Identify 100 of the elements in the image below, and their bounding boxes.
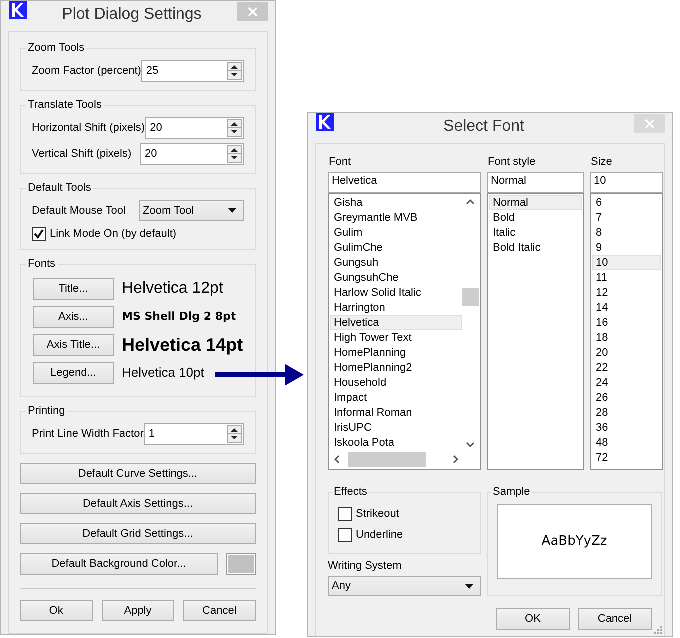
dropdown[interactable]: Zoom Tool (139, 200, 244, 221)
number-field[interactable]: 20 (140, 143, 244, 165)
field-label: Writing System (328, 560, 403, 574)
dialog-button[interactable]: Ok (20, 600, 93, 621)
checkbox-label: Strikeout (356, 508, 400, 520)
scroll-right-icon (453, 455, 459, 464)
scroll-up-icon (466, 199, 475, 205)
sample-preview: AaBbYyZz (497, 504, 652, 579)
spinner-icon (227, 145, 242, 163)
list-item[interactable]: Impact (330, 390, 462, 405)
close-icon (248, 6, 258, 16)
list-item[interactable]: Greymantle MVB (330, 210, 462, 225)
close-button[interactable] (634, 114, 665, 133)
font-preview: Helvetica 14pt (122, 334, 244, 356)
list-item[interactable]: 16 (592, 315, 661, 330)
checkbox[interactable] (338, 507, 352, 521)
font-button[interactable]: Title... (33, 278, 114, 300)
list-item[interactable]: 24 (592, 375, 661, 390)
list-item[interactable]: Helvetica (330, 315, 462, 330)
checkbox[interactable] (32, 227, 46, 241)
list-item[interactable]: Iskoola Pota (330, 435, 462, 450)
list-item[interactable]: Normal (489, 195, 582, 210)
list-item[interactable]: 48 (592, 435, 661, 450)
scroll-thumb[interactable] (348, 452, 426, 467)
scroll-down-icon (466, 442, 475, 448)
list-item[interactable]: 7 (592, 210, 661, 225)
list-item[interactable]: Bold (489, 210, 582, 225)
input-field[interactable]: 10 (590, 172, 663, 193)
scroll-left-icon (334, 455, 340, 464)
resize-grip-icon (653, 625, 662, 634)
list-box[interactable]: Normal Bold Italic Bold Italic (487, 193, 584, 470)
list-item[interactable]: Gisha (330, 195, 462, 210)
list-item[interactable]: GulimChe (330, 240, 462, 255)
dialog-button[interactable]: OK (496, 608, 570, 630)
list-item[interactable]: 72 (592, 450, 661, 465)
column-label: Size (590, 156, 614, 170)
window-title: Plot Dialog Settings (61, 6, 203, 24)
input-field[interactable]: Helvetica (328, 172, 481, 193)
list-item[interactable]: 28 (592, 405, 661, 420)
font-button[interactable]: Axis Title... (33, 334, 114, 356)
list-item[interactable]: 22 (592, 360, 661, 375)
list-item[interactable]: 9 (592, 240, 661, 255)
number-field[interactable]: 25 (141, 60, 244, 82)
list-item[interactable]: Household (330, 375, 462, 390)
color-swatch[interactable] (226, 553, 256, 575)
spinner-icon (227, 119, 242, 137)
field-label: Print Line Width Factor (32, 428, 144, 440)
list-item[interactable]: Gulim (330, 225, 462, 240)
number-field[interactable]: 20 (145, 117, 244, 139)
list-item[interactable]: 20 (592, 345, 661, 360)
font-preview: Helvetica 10pt (122, 364, 204, 382)
scroll-thumb[interactable] (462, 288, 479, 306)
list-item[interactable]: Informal Roman (330, 405, 462, 420)
list-item[interactable]: GungsuhChe (330, 270, 462, 285)
list-item[interactable]: 11 (592, 270, 661, 285)
column-label: Font style (487, 156, 537, 170)
list-item[interactable]: Harlow Solid Italic (330, 285, 462, 300)
checkbox[interactable] (338, 528, 352, 542)
dropdown[interactable]: Any (328, 576, 481, 596)
list-item[interactable]: 12 (592, 285, 661, 300)
spinner-icon (227, 425, 242, 443)
list-item[interactable]: 14 (592, 300, 661, 315)
group-title: Translate Tools (27, 99, 103, 111)
group-title: Fonts (27, 258, 57, 270)
font-button[interactable]: Axis... (33, 306, 114, 328)
column-label: Font (328, 156, 352, 170)
font-button[interactable]: Legend... (33, 362, 114, 384)
list-item[interactable]: Gungsuh (330, 255, 462, 270)
list-item[interactable]: 36 (592, 420, 661, 435)
list-item[interactable]: 18 (592, 330, 661, 345)
list-item[interactable]: HomePlanning (330, 345, 462, 360)
group-title: Default Tools (27, 182, 92, 194)
field-label: Zoom Factor (percent) (32, 65, 142, 77)
settings-button[interactable]: Default Background Color... (20, 553, 218, 575)
list-item[interactable]: 6 (592, 195, 661, 210)
close-icon (644, 118, 654, 128)
list-item[interactable]: 26 (592, 390, 661, 405)
list-item[interactable]: HomePlanning2 (330, 360, 462, 375)
list-item[interactable]: IrisUPC (330, 420, 462, 435)
list-item[interactable]: 10 (592, 255, 661, 270)
settings-button[interactable]: Default Axis Settings... (20, 493, 256, 514)
list-item[interactable]: High Tower Text (330, 330, 462, 345)
list-box[interactable]: 6 7 8 9 10 11 12 14 16 18 20 22 24 26 28 36 48 72 (590, 193, 663, 470)
close-button[interactable] (237, 2, 268, 21)
list-item[interactable]: Bold Italic (489, 240, 582, 255)
checkmark-icon (34, 229, 44, 239)
app-logo-icon (9, 1, 27, 19)
group-title: Effects (333, 486, 368, 498)
list-box[interactable]: Gisha Greymantle MVB Gulim GulimChe Gungsuh GungsuhChe Harlow Solid Italic Harrington Helvetica High Tower Text HomePlanning HomePlanning2 Household Impact Informal Roman IrisUPC Iskoola Pota (328, 193, 481, 470)
group-title: Zoom Tools (27, 42, 86, 54)
list-item[interactable]: Italic (489, 225, 582, 240)
dialog-button[interactable]: Apply (102, 600, 174, 621)
number-field[interactable]: 1 (144, 423, 244, 445)
input-field[interactable]: Normal (487, 172, 584, 193)
settings-button[interactable]: Default Grid Settings... (20, 523, 256, 544)
dialog-button[interactable]: Cancel (578, 608, 652, 630)
settings-button[interactable]: Default Curve Settings... (20, 463, 256, 484)
list-item[interactable]: Harrington (330, 300, 462, 315)
dialog-button[interactable]: Cancel (183, 600, 256, 621)
list-item[interactable]: 8 (592, 225, 661, 240)
